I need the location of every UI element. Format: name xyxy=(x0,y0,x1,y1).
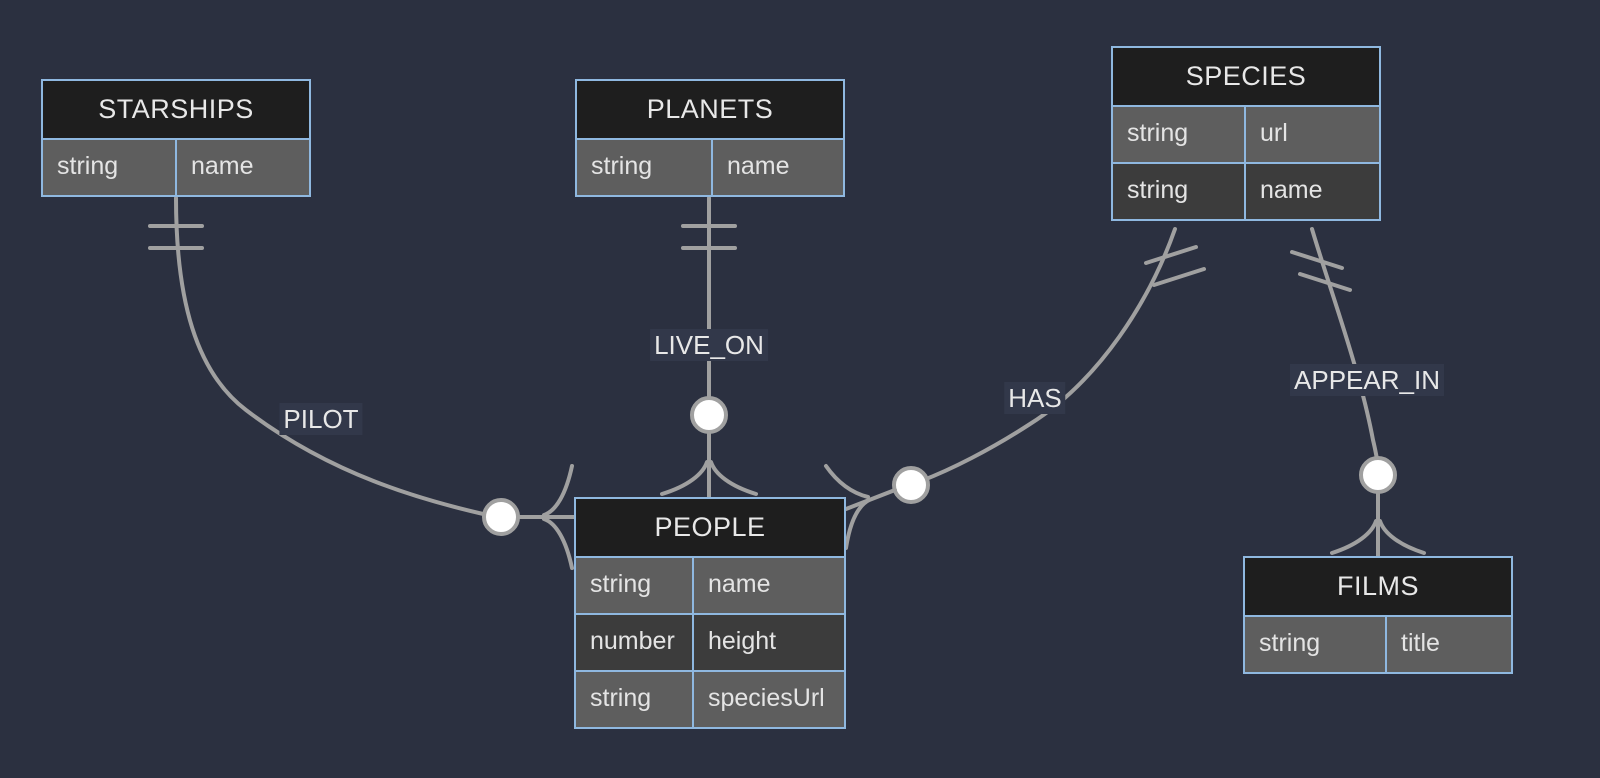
attribute-row[interactable]: string name xyxy=(576,556,844,613)
entity-starships[interactable]: STARSHIPS string name xyxy=(41,79,311,197)
attribute-name: url xyxy=(1260,119,1288,147)
attribute-row[interactable]: string name xyxy=(577,138,843,195)
attribute-name: name xyxy=(191,152,254,180)
attribute-type: string xyxy=(1245,617,1387,672)
entity-species[interactable]: SPECIES string url string name xyxy=(1111,46,1381,221)
attribute-type: string xyxy=(577,140,713,195)
attribute-type: string xyxy=(576,558,694,613)
attribute-row[interactable]: string url xyxy=(1113,105,1379,162)
attribute-type: string xyxy=(576,672,694,727)
attribute-row[interactable]: number height xyxy=(576,613,844,670)
attribute-name: speciesUrl xyxy=(708,684,825,712)
attribute-type: string xyxy=(43,140,177,195)
entity-title: PLANETS xyxy=(577,81,843,138)
entity-planets[interactable]: PLANETS string name xyxy=(575,79,845,197)
attribute-name: name xyxy=(1260,176,1323,204)
entity-title: FILMS xyxy=(1245,558,1511,615)
attribute-name: name xyxy=(727,152,790,180)
attribute-row[interactable]: string speciesUrl xyxy=(576,670,844,727)
entity-title: STARSHIPS xyxy=(43,81,309,138)
entity-title: SPECIES xyxy=(1113,48,1379,105)
er-diagram-canvas: STARSHIPS string name PLANETS string nam… xyxy=(0,0,1600,778)
attribute-row[interactable]: string name xyxy=(43,138,309,195)
relationship-label-pilot[interactable]: PILOT xyxy=(279,403,363,435)
relationship-label-has[interactable]: HAS xyxy=(1004,382,1066,414)
attribute-name: height xyxy=(708,627,777,655)
entity-films[interactable]: FILMS string title xyxy=(1243,556,1513,674)
relationship-label-appear-in[interactable]: APPEAR_IN xyxy=(1290,364,1444,396)
attribute-row[interactable]: string title xyxy=(1245,615,1511,672)
relationship-label-live-on[interactable]: LIVE_ON xyxy=(650,329,768,361)
entity-people[interactable]: PEOPLE string name number height string … xyxy=(574,497,846,729)
attribute-type: number xyxy=(576,615,694,670)
attribute-row[interactable]: string name xyxy=(1113,162,1379,219)
entity-title: PEOPLE xyxy=(576,499,844,556)
attribute-name: title xyxy=(1401,629,1440,657)
edge-pilot xyxy=(148,196,576,570)
attribute-type: string xyxy=(1113,164,1246,219)
attribute-name: name xyxy=(708,570,771,598)
attribute-type: string xyxy=(1113,107,1246,162)
